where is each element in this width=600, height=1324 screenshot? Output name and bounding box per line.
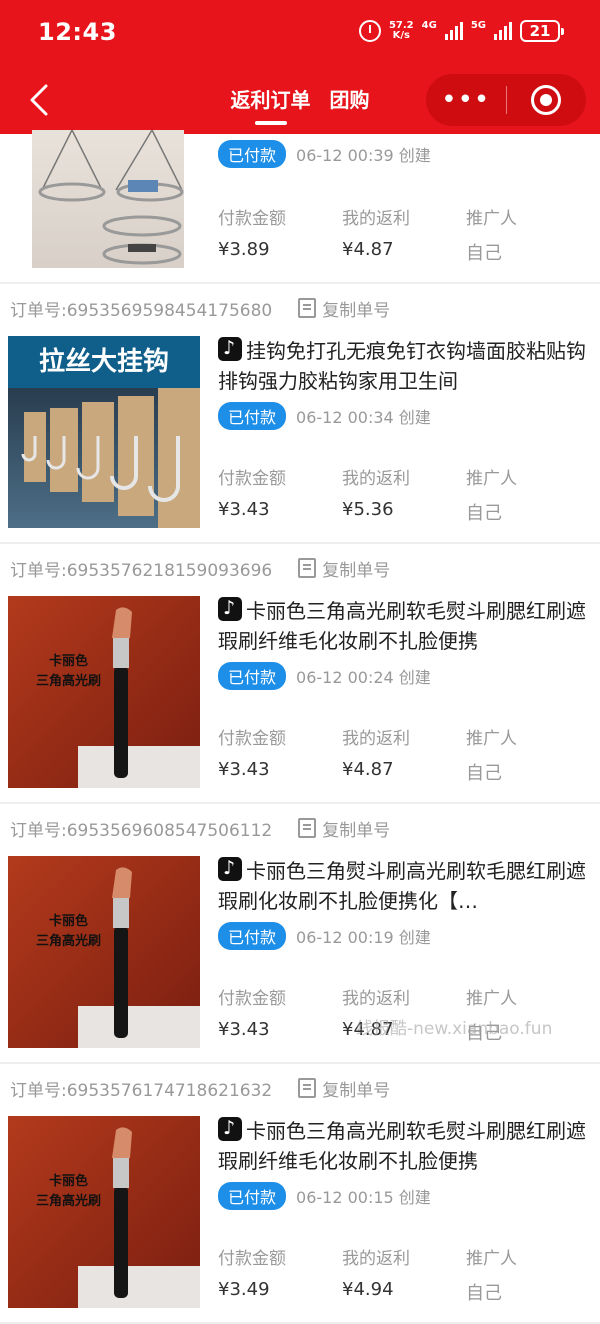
order-header: 订单号:6953569598454175680 复制单号 [0, 284, 600, 332]
status-badge: 已付款 [218, 662, 287, 690]
money-row: 付款金额 ¥3.43 我的返利 ¥4.87 推广人 自己 [218, 724, 594, 785]
order-status-row: 已付款 06-12 00:15 创建 [218, 1182, 594, 1210]
order-info: 卡丽色三角高光刷软毛熨斗刷腮红刷遮瑕刷纤维毛化妆刷不扎脸便携 已付款 06-12… [218, 1116, 594, 1308]
copy-order-button[interactable]: 复制单号 [298, 296, 390, 321]
order-card[interactable]: 订单号:6953576174718621632 复制单号 卡丽色三角高光刷 卡丽… [0, 1064, 600, 1324]
status-badge: 已付款 [218, 922, 287, 950]
money-row: 付款金额 ¥3.89 我的返利 ¥4.87 推广人 自己 [218, 204, 594, 265]
network-type-4g: 4G [421, 19, 437, 31]
tab-group-buy[interactable]: 团购 [329, 84, 369, 113]
douyin-icon [218, 596, 242, 621]
created-time: 06-12 00:34 创建 [296, 408, 431, 427]
order-number: 订单号:6953576218159093696 [10, 560, 273, 581]
order-card[interactable]: 已付款 06-12 00:39 创建 付款金额 ¥3.89 我的返利 ¥4.87 推… [0, 130, 600, 284]
my-rebate: 我的返利 ¥5.36 [342, 469, 410, 520]
watermark: 线报酷-new.xianbao.fun [356, 1019, 553, 1039]
douyin-icon [218, 1116, 242, 1141]
product-image[interactable]: 拉丝大挂钩 [8, 336, 200, 528]
copy-icon [298, 558, 317, 578]
copy-order-button[interactable]: 复制单号 [298, 556, 390, 581]
pay-amount: 付款金额 ¥3.43 [218, 989, 286, 1040]
close-miniapp-button[interactable] [507, 85, 587, 115]
target-icon [531, 85, 562, 115]
signal-bars-icon [494, 22, 512, 40]
product-image[interactable]: 卡丽色 三角高光刷 [8, 856, 200, 1048]
order-status-row: 已付款 06-12 00:24 创建 [218, 662, 594, 690]
order-info: 卡丽色三角高光刷软毛熨斗刷腮红刷遮瑕刷纤维毛化妆刷不扎脸便携 已付款 06-12… [218, 596, 594, 788]
created-time: 06-12 00:39 创建 [296, 146, 431, 165]
signal-bars-icon [444, 22, 463, 40]
order-header: 订单号:6953576174718621632 复制单号 [0, 1064, 600, 1112]
order-info: 挂钩免打孔无痕免钉衣钩墙面胶粘贴钩排钩强力胶粘钩家用卫生间 已付款 06-12 … [218, 336, 594, 528]
pay-amount: 付款金额 ¥3.43 [218, 729, 286, 780]
network-speed: 57.2 K/s [388, 20, 414, 41]
clock: 12:43 [38, 18, 117, 46]
copy-order-button[interactable]: 复制单号 [298, 816, 390, 841]
product-title[interactable]: 卡丽色三角高光刷软毛熨斗刷腮红刷遮瑕刷纤维毛化妆刷不扎脸便携 [218, 1116, 594, 1178]
pay-amount: 付款金额 ¥3.89 [218, 209, 286, 260]
status-bar: 12:43 57.2 K/s 4G 5G 21 [0, 0, 600, 66]
status-badge: 已付款 [218, 140, 287, 168]
battery-icon: 21 [520, 20, 564, 42]
status-badge: 已付款 [218, 1182, 287, 1210]
my-rebate: 我的返利 ¥4.87 [342, 209, 410, 260]
product-image[interactable] [32, 130, 184, 268]
order-info: 已付款 06-12 00:39 创建 付款金额 ¥3.89 我的返利 ¥4.87 推… [218, 130, 594, 268]
order-number: 订单号:6953569598454175680 [10, 300, 273, 321]
top-bar: 12:43 57.2 K/s 4G 5G 21 返利订单 团购 ••• [0, 0, 600, 134]
copy-order-button[interactable]: 复制单号 [298, 1076, 390, 1101]
money-row: 付款金额 ¥3.43 我的返利 ¥5.36 推广人 自己 [218, 464, 594, 525]
copy-icon [298, 818, 317, 838]
order-number: 订单号:6953569608547506112 [10, 820, 273, 841]
money-row: 付款金额 ¥3.49 我的返利 ¥4.94 推广人 自己 [218, 1244, 594, 1305]
order-card[interactable]: 订单号:6953569598454175680 复制单号 拉丝大挂钩 ♪ 挂钩免… [0, 284, 600, 544]
pay-amount: 付款金额 ¥3.49 [218, 1249, 286, 1300]
order-status-row: 已付款 06-12 00:39 创建 [218, 140, 594, 168]
order-status-row: 已付款 06-12 00:34 创建 [218, 402, 594, 430]
promoter: 推广人 自己 [466, 1249, 517, 1304]
my-rebate: 我的返利 ¥4.94 [342, 1249, 410, 1300]
created-time: 06-12 00:19 创建 [296, 928, 431, 947]
order-status-row: 已付款 06-12 00:19 创建 [218, 922, 594, 950]
douyin-icon [218, 856, 242, 881]
product-image[interactable]: 卡丽色 三角高光刷 [8, 1116, 200, 1308]
pay-amount: 付款金额 ¥3.43 [218, 469, 286, 520]
promoter: 推广人 自己 [466, 729, 517, 784]
alarm-icon [358, 20, 381, 42]
douyin-icon [218, 336, 242, 361]
created-time: 06-12 00:15 创建 [296, 1188, 431, 1207]
order-header: 订单号:6953576218159093696 复制单号 [0, 544, 600, 592]
status-badge: 已付款 [218, 402, 287, 430]
order-number: 订单号:6953576174718621632 [10, 1080, 273, 1101]
miniapp-capsule: ••• [426, 74, 586, 126]
product-title[interactable]: 卡丽色三角熨斗刷高光刷软毛腮红刷遮瑕刷化妆刷不扎脸便携化【… [218, 856, 594, 918]
product-title[interactable]: 卡丽色三角高光刷软毛熨斗刷腮红刷遮瑕刷纤维毛化妆刷不扎脸便携 [218, 596, 594, 658]
product-image[interactable]: 卡丽色 三角高光刷 [8, 596, 200, 788]
order-header: 订单号:6953569608547506112 复制单号 [0, 804, 600, 852]
product-title[interactable]: 挂钩免打孔无痕免钉衣钩墙面胶粘贴钩排钩强力胶粘钩家用卫生间 [218, 336, 594, 398]
tab-rebate-orders[interactable]: 返利订单 [231, 84, 311, 125]
created-time: 06-12 00:24 创建 [296, 668, 431, 687]
more-options-button[interactable]: ••• [426, 87, 506, 113]
my-rebate: 我的返利 ¥4.87 [342, 729, 410, 780]
promoter: 推广人 自己 [466, 469, 517, 524]
order-card[interactable]: 订单号:6953576218159093696 复制单号 卡丽色三角高光刷 卡丽… [0, 544, 600, 804]
order-list: 已付款 06-12 00:39 创建 付款金额 ¥3.89 我的返利 ¥4.87 推… [0, 130, 600, 1324]
network-type-5g: 5G [470, 19, 486, 31]
copy-icon [298, 1078, 317, 1098]
system-icons: 57.2 K/s 4G 5G 21 [358, 19, 564, 42]
promoter: 推广人 自己 [466, 209, 517, 264]
copy-icon [298, 298, 317, 318]
